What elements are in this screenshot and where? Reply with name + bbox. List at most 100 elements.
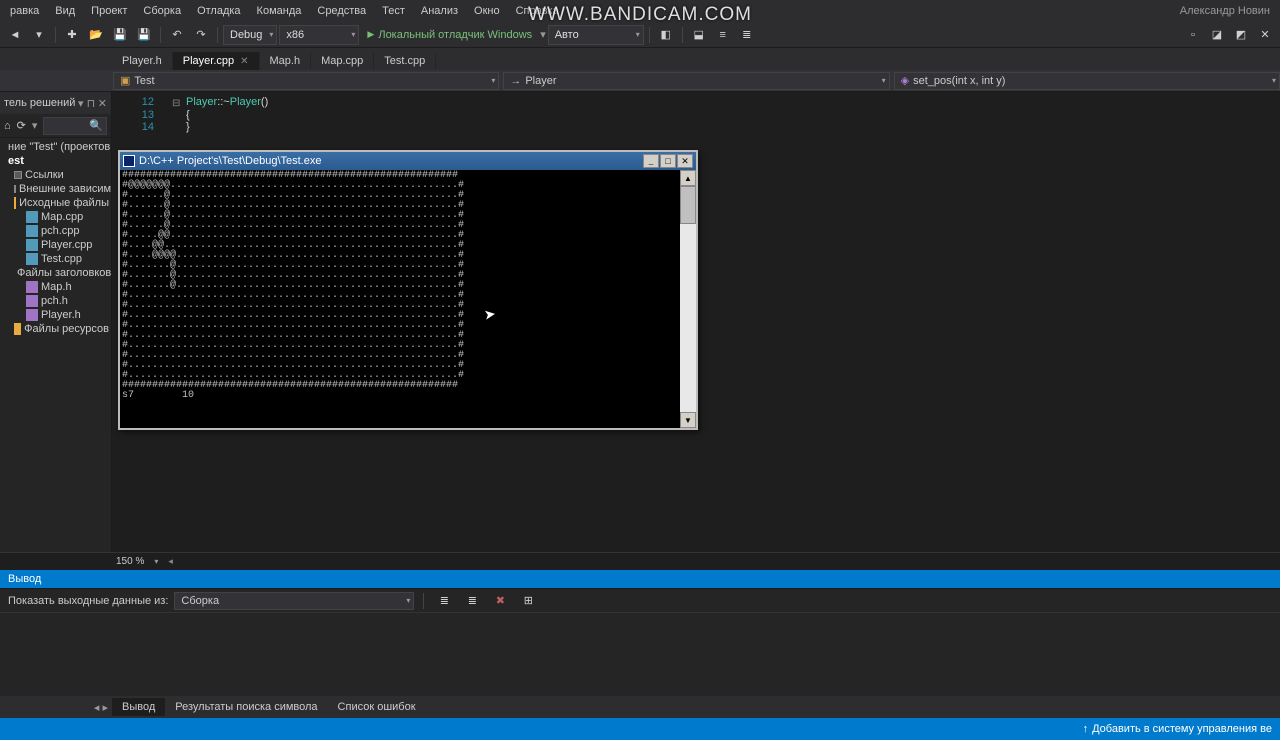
redo-icon[interactable]: ↷ (190, 24, 212, 46)
menu-item[interactable]: равка (2, 3, 47, 19)
arrow-icon: → (510, 75, 521, 87)
pin-icon[interactable]: ▾ ⊓ (78, 97, 95, 110)
tree-folder[interactable]: Исходные файлы (0, 196, 111, 210)
editor-tab[interactable]: Map.h (260, 52, 312, 70)
menu-item[interactable]: Сборка (135, 3, 189, 19)
tree-folder[interactable]: Файлы заголовков (0, 266, 111, 280)
bottom-tab[interactable]: Список ошибок (328, 698, 426, 716)
scroll-left-icon[interactable]: ◂ (168, 556, 173, 567)
bottom-tab[interactable]: Результаты поиска символа (165, 698, 327, 716)
run-mode-dropdown[interactable]: Авто (548, 25, 644, 45)
project-node[interactable]: est (0, 154, 111, 168)
menu-item[interactable]: Средства (309, 3, 374, 19)
new-project-icon[interactable]: ✚ (61, 24, 83, 46)
solution-node[interactable]: ние "Test" (проектов: 1 (0, 140, 111, 154)
toolbar-icon[interactable]: ◧ (655, 24, 677, 46)
minimize-button[interactable]: _ (643, 154, 659, 168)
class-dropdown[interactable]: → Player (503, 72, 889, 90)
scroll-up-icon[interactable]: ▲ (680, 170, 696, 186)
tree-file[interactable]: Test.cpp (0, 252, 111, 266)
panel-header: тель решений ▾ ⊓ ✕ (0, 92, 111, 114)
tree-folder[interactable]: Внешние зависимости (0, 182, 111, 196)
toolbar-icon[interactable]: ⬓ (688, 24, 710, 46)
console-window[interactable]: D:\C++ Project's\Test\Debug\Test.exe _ □… (118, 150, 698, 430)
toolbar-icon[interactable]: ≡ (712, 24, 734, 46)
editor-tab[interactable]: Player.h (112, 52, 173, 70)
undo-icon[interactable]: ↶ (166, 24, 188, 46)
user-name: Александр Новин (1180, 5, 1278, 17)
close-button[interactable]: ✕ (677, 154, 693, 168)
open-icon[interactable]: 📂 (85, 24, 107, 46)
toolbar-icon[interactable]: ≣ (433, 590, 455, 612)
output-source-dropdown[interactable]: Сборка (174, 592, 414, 610)
fold-icon[interactable]: ⊟ (172, 96, 186, 109)
menu-item[interactable]: Анализ (413, 3, 466, 19)
class-label: Player (525, 75, 556, 87)
tab-label: Player.h (122, 55, 162, 67)
toolbar-icon[interactable]: ▫ (1182, 24, 1204, 46)
refresh-icon[interactable]: ⟳ (17, 119, 26, 132)
nav-back-icon[interactable]: ◄ (4, 24, 26, 46)
menu-item[interactable]: Отладка (189, 3, 248, 19)
zoom-level[interactable]: 150 % (116, 556, 144, 567)
menu-item[interactable]: Проект (83, 3, 135, 19)
menu-item[interactable]: Окно (466, 3, 508, 19)
tree-file[interactable]: Player.cpp (0, 238, 111, 252)
close-icon[interactable]: ✕ (240, 56, 248, 67)
editor-tab[interactable]: Player.cpp✕ (173, 52, 260, 70)
toolbar-icon[interactable]: ≣ (736, 24, 758, 46)
tree-file[interactable]: Map.h (0, 280, 111, 294)
bottom-tab[interactable]: Вывод (112, 698, 165, 716)
maximize-button[interactable]: □ (660, 154, 676, 168)
toolbar-icon[interactable]: ✕ (1254, 24, 1276, 46)
status-text[interactable]: Добавить в систему управления ве (1092, 723, 1272, 735)
platform-dropdown[interactable]: x86 (279, 25, 359, 45)
tree-folder[interactable]: Ссылки (0, 168, 111, 182)
chevron-down-icon[interactable]: ▾ (32, 119, 38, 132)
scope-dropdown[interactable]: ▣Test (113, 72, 499, 90)
editor-tab[interactable]: Map.cpp (311, 52, 374, 70)
scroll-down-icon[interactable]: ▼ (680, 412, 696, 428)
menu-item[interactable]: Вид (47, 3, 83, 19)
console-titlebar[interactable]: D:\C++ Project's\Test\Debug\Test.exe _ □… (120, 152, 696, 170)
home-icon[interactable]: ⌂ (4, 120, 11, 132)
separator (649, 27, 650, 43)
search-icon: 🔍 (89, 119, 103, 132)
scroll-buttons[interactable]: ◂ ▸ (0, 696, 112, 718)
chevron-down-icon[interactable]: ▾ (154, 557, 158, 566)
fold-gutter (172, 121, 186, 133)
tree-folder[interactable]: Файлы ресурсов (0, 322, 111, 336)
publish-icon[interactable]: ↑ (1083, 723, 1089, 735)
search-input[interactable]: 🔍 (43, 117, 107, 135)
nav-fwd-icon[interactable]: ▾ (28, 24, 50, 46)
tree-file[interactable]: pch.cpp (0, 224, 111, 238)
scrollbar-thumb[interactable] (680, 186, 696, 224)
menu-item[interactable]: Тест (374, 3, 413, 19)
toolbar-icon[interactable]: ⊞ (517, 590, 539, 612)
status-bar: ↑ Добавить в систему управления ве (0, 718, 1280, 740)
member-dropdown[interactable]: ◈set_pos(int x, int y) (894, 72, 1280, 90)
tree-file[interactable]: Player.h (0, 308, 111, 322)
editor-tab[interactable]: Test.cpp (374, 52, 436, 70)
save-all-icon[interactable]: 💾 (133, 24, 155, 46)
tree-file[interactable]: Map.cpp (0, 210, 111, 224)
bottom-tabstrip: ◂ ▸ Вывод Результаты поиска символа Спис… (0, 696, 1280, 718)
toolbar-icon[interactable]: ✖ (489, 590, 511, 612)
menu-item[interactable]: Справка (508, 3, 567, 19)
scrollbar[interactable]: ▲ ▼ (680, 170, 696, 428)
output-filter-label: Показать выходные данные из: (8, 595, 168, 607)
start-debug-button[interactable]: Локальный отладчик Windows (361, 25, 538, 45)
line-number: 12 (112, 96, 172, 109)
tree-file[interactable]: pch.h (0, 294, 111, 308)
toolbar-icon[interactable]: ◩ (1230, 24, 1252, 46)
toolbar-icon[interactable]: ◪ (1206, 24, 1228, 46)
save-icon[interactable]: 💾 (109, 24, 131, 46)
config-dropdown[interactable]: Debug (223, 25, 277, 45)
editor-tabstrip: Player.h Player.cpp✕ Map.h Map.cpp Test.… (0, 48, 1280, 70)
output-panel-header[interactable]: Вывод (0, 570, 1280, 588)
scrollbar-track[interactable] (680, 186, 696, 412)
menu-item[interactable]: Команда (249, 3, 310, 19)
close-icon[interactable]: ✕ (98, 97, 107, 110)
h-file-icon (26, 295, 38, 307)
toolbar-icon[interactable]: ≣ (461, 590, 483, 612)
